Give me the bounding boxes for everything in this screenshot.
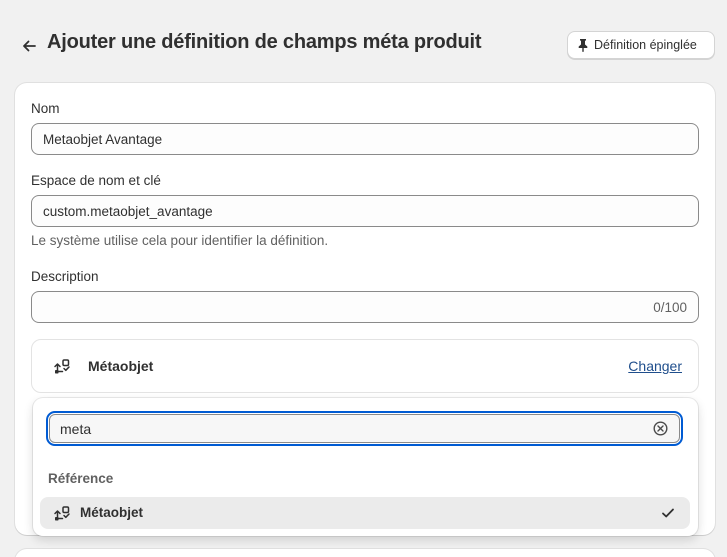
search-focus-ring: meta [46,411,683,446]
page: Ajouter une définition de champs méta pr… [0,0,727,557]
option-metaobject[interactable]: Métaobjet [40,497,690,529]
type-search-popover: meta Référence Métaobjet [33,398,698,536]
character-counter: 0/100 [653,299,687,315]
pin-button-label: Définition épinglée [594,38,697,52]
page-title: Ajouter une définition de champs méta pr… [47,31,482,53]
pin-definition-button[interactable]: Définition épinglée [567,31,715,59]
back-button[interactable] [16,33,42,59]
name-field[interactable]: Metaobjet Avantage [31,123,699,155]
name-value: Metaobjet Avantage [43,131,163,147]
namespace-field[interactable]: custom.metaobjet_avantage [31,195,699,227]
arrow-left-icon [23,40,36,52]
search-value: meta [60,420,92,437]
namespace-value: custom.metaobjet_avantage [43,203,213,219]
section-heading-reference: Référence [48,471,114,486]
metaobject-icon [54,359,70,374]
change-type-link[interactable]: Changer [628,358,682,374]
secondary-card [15,549,715,557]
description-field[interactable]: 0/100 [31,291,699,323]
type-selector: Métaobjet Changer [31,339,699,393]
description-label: Description [31,269,99,284]
clear-icon [653,421,668,436]
namespace-label: Espace de nom et clé [31,173,161,188]
checkmark-icon [662,508,674,518]
option-label: Métaobjet [80,505,144,520]
metaobject-icon [54,506,70,521]
type-search-input[interactable]: meta [49,414,680,443]
name-label: Nom [31,101,60,116]
type-name: Métaobjet [88,358,154,374]
namespace-help-text: Le système utilise cela pour identifier … [31,233,329,248]
pin-icon [578,39,588,52]
clear-search-button[interactable] [652,420,669,437]
